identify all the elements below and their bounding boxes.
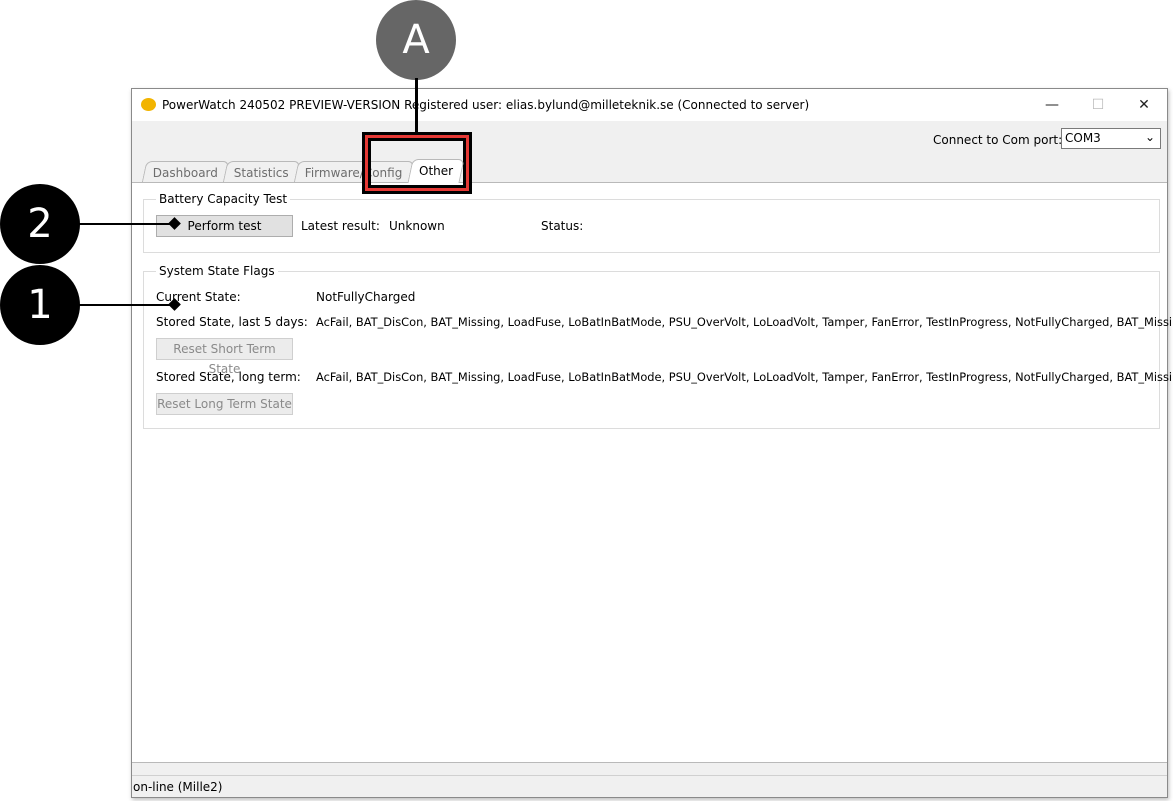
close-button[interactable]: ✕ (1121, 89, 1167, 121)
long-term-value: AcFail, BAT_DisCon, BAT_Missing, LoadFus… (316, 370, 1173, 384)
tab-panel-other: Battery Capacity Test Perform test Lates… (132, 182, 1173, 763)
callout-2: 2 (0, 184, 80, 264)
long-term-label: Stored State, long term: (156, 370, 301, 384)
callout-2-line (78, 223, 175, 225)
callout-a-line (415, 78, 418, 134)
callout-1-line (78, 304, 175, 306)
callout-1: 1 (0, 265, 80, 345)
tab-dashboard[interactable]: Dashboard (141, 161, 230, 183)
status-label: Status: (541, 219, 584, 233)
app-logo-icon (141, 98, 156, 111)
com-port-select[interactable]: COM3 ⌄ (1061, 128, 1161, 149)
com-port-label: Connect to Com port: (933, 133, 1063, 147)
tab-statistics[interactable]: Statistics (222, 161, 301, 183)
status-text: on-line (Mille2) (133, 780, 223, 794)
minimize-button[interactable]: — (1029, 89, 1075, 121)
current-state-label: Current State: (156, 290, 241, 304)
tab-other[interactable]: Other (406, 159, 465, 183)
chevron-down-icon: ⌄ (1144, 130, 1155, 144)
current-state-value: NotFullyCharged (316, 290, 416, 304)
system-state-flags-group: System State Flags Current State: NotFul… (143, 264, 1173, 429)
tab-bar: Dashboard Statistics Firmware/Config Oth… (141, 159, 465, 183)
status-bar: on-line (Mille2) (132, 775, 1167, 798)
latest-result-value: Unknown (389, 219, 445, 233)
app-window: PowerWatch 240502 PREVIEW-VERSION Regist… (131, 88, 1173, 798)
group-title: System State Flags (156, 264, 278, 278)
short-term-value: AcFail, BAT_DisCon, BAT_Missing, LoadFus… (316, 315, 1173, 329)
callout-a: A (376, 0, 456, 80)
window-title: PowerWatch 240502 PREVIEW-VERSION Regist… (162, 98, 810, 112)
maximize-button[interactable]: ☐ (1075, 89, 1121, 121)
com-port-value: COM3 (1065, 131, 1101, 145)
short-term-label: Stored State, last 5 days: (156, 315, 308, 329)
reset-long-term-button[interactable]: Reset Long Term State (156, 393, 293, 415)
battery-capacity-group: Battery Capacity Test Perform test Lates… (143, 192, 1160, 253)
group-title: Battery Capacity Test (156, 192, 291, 206)
title-bar: PowerWatch 240502 PREVIEW-VERSION Regist… (132, 89, 1167, 121)
reset-short-term-button[interactable]: Reset Short Term State (156, 338, 293, 376)
latest-result-label: Latest result: (301, 219, 380, 233)
